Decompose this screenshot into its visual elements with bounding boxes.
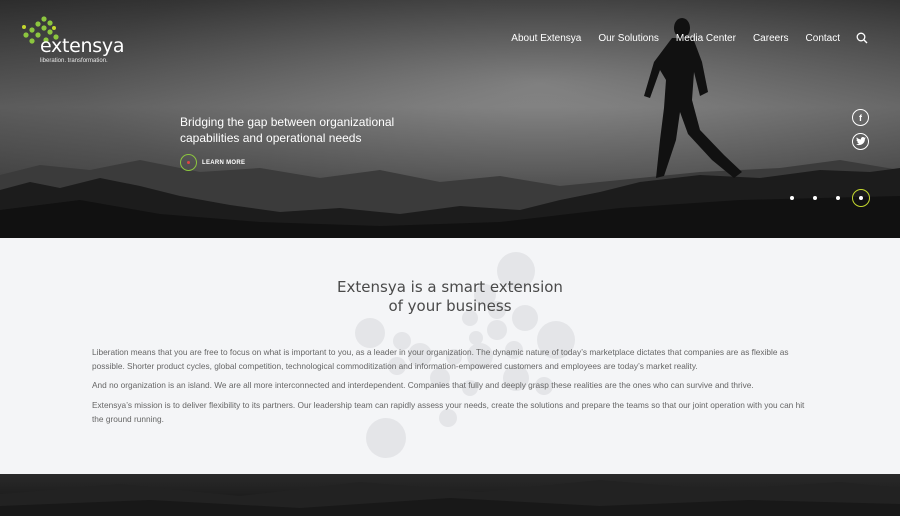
facebook-glyph: f (859, 112, 862, 123)
nav-contact[interactable]: Contact (806, 33, 840, 44)
nav-about-extensya[interactable]: About Extensya (511, 33, 581, 44)
main-navigation: About Extensya Our Solutions Media Cente… (494, 32, 868, 44)
twitter-icon[interactable] (852, 133, 869, 150)
nav-media-center[interactable]: Media Center (676, 33, 736, 44)
facebook-icon[interactable]: f (852, 109, 869, 126)
twitter-bird-glyph (855, 137, 866, 146)
search-icon[interactable] (856, 32, 868, 44)
slide-dot-4-active[interactable] (852, 189, 870, 207)
nav-careers[interactable]: Careers (753, 33, 789, 44)
hero-banner: extensya liberation. transformation. Abo… (0, 0, 900, 238)
dark-landscape-texture (0, 480, 900, 516)
logo-wordmark: extensya (40, 35, 125, 57)
nav-our-solutions[interactable]: Our Solutions (598, 33, 659, 44)
intro-heading: Extensya is a smart extension of your bu… (0, 278, 900, 316)
logo-tagline: liberation. transformation. (40, 58, 108, 64)
intro-paragraph-3: Extensya’s mission is to deliver flexibi… (92, 400, 805, 424)
slide-dot-1[interactable] (790, 196, 794, 200)
hero-headline: Bridging the gap between organizational … (180, 115, 395, 145)
intro-paragraph-1: Liberation means that you are free to fo… (92, 347, 789, 371)
next-section-image-strip (0, 474, 900, 516)
learn-more-button[interactable]: LEARN MORE (180, 154, 245, 171)
intro-section: Extensya is a smart extension of your bu… (0, 238, 900, 474)
intro-paragraph-2: And no organization is an island. We are… (92, 380, 754, 390)
intro-heading-line2: of your business (388, 297, 512, 315)
extensya-logo[interactable]: extensya liberation. transformation. (20, 15, 124, 67)
learn-more-label: LEARN MORE (202, 159, 246, 166)
learn-more-circle-icon (180, 154, 197, 171)
slide-dot-2[interactable] (813, 196, 817, 200)
slide-dot-3[interactable] (836, 196, 840, 200)
intro-heading-line1: Extensya is a smart extension (337, 278, 563, 296)
slider-pagination (784, 188, 874, 208)
